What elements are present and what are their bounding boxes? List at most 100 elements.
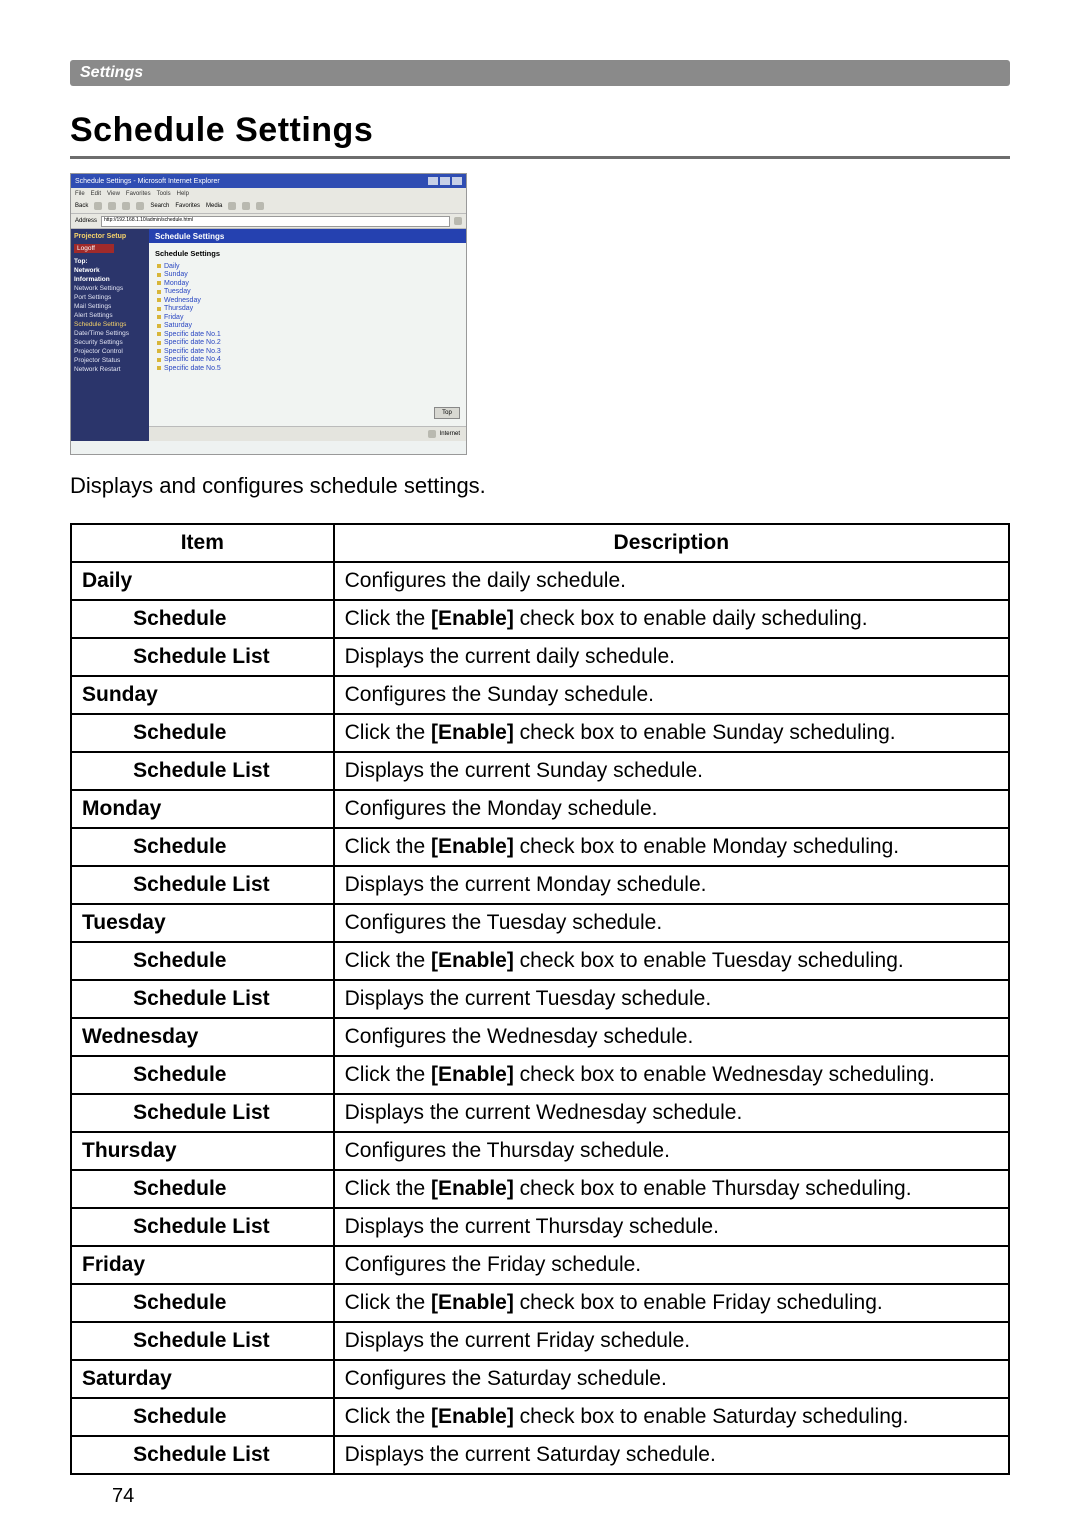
schedule-link[interactable]: Specific date No.4 [157,356,458,363]
sidebar-item[interactable]: Alert Settings [74,312,146,319]
table-row: SundayConfigures the Sunday schedule. [71,676,1009,714]
forward-icon[interactable] [94,202,102,210]
description-cell: Configures the Saturday schedule. [334,1360,1009,1398]
item-cell: Daily [71,562,334,600]
schedule-link[interactable]: Specific date No.5 [157,365,458,372]
table-row: ScheduleClick the [Enable] check box to … [71,942,1009,980]
toolbar-favorites[interactable]: Favorites [175,203,200,209]
screenshot-sidebar: Projector Setup Logoff Top:NetworkInform… [71,229,149,441]
menu-favorites[interactable]: Favorites [126,191,151,197]
document-page: Settings Schedule Settings Schedule Sett… [0,0,1080,1532]
schedule-link[interactable]: Saturday [157,322,458,329]
schedule-link[interactable]: Tuesday [157,288,458,295]
table-row: Schedule ListDisplays the current Saturd… [71,1436,1009,1474]
description-cell: Configures the Sunday schedule. [334,676,1009,714]
top-button[interactable]: Top [434,407,460,419]
toolbar-media[interactable]: Media [206,203,222,209]
sidebar-item[interactable]: Date/Time Settings [74,330,146,337]
description-cell: Click the [Enable] check box to enable W… [334,1056,1009,1094]
description-cell: Click the [Enable] check box to enable d… [334,600,1009,638]
sidebar-item[interactable]: Security Settings [74,339,146,346]
description-cell: Displays the current Friday schedule. [334,1322,1009,1360]
indent-cell [71,1056,123,1094]
description-cell: Click the [Enable] check box to enable T… [334,1170,1009,1208]
description-cell: Click the [Enable] check box to enable T… [334,942,1009,980]
indent-cell [71,1170,123,1208]
table-row: WednesdayConfigures the Wednesday schedu… [71,1018,1009,1056]
close-icon[interactable] [452,177,462,185]
address-label: Address [75,218,97,224]
home-icon[interactable] [136,202,144,210]
print-icon[interactable] [256,202,264,210]
schedule-link[interactable]: Monday [157,280,458,287]
sidebar-item[interactable]: Mail Settings [74,303,146,310]
schedule-link[interactable]: Daily [157,263,458,270]
schedule-link-label: Daily [164,263,180,270]
section-title: Schedule Settings [149,243,466,261]
schedule-link[interactable]: Specific date No.3 [157,348,458,355]
address-input[interactable]: http://192.168.1.10/admin/schedule.html [101,216,450,227]
bullet-icon [157,298,161,302]
table-row: MondayConfigures the Monday schedule. [71,790,1009,828]
settings-table: Item Description DailyConfigures the dai… [70,523,1010,1475]
table-row: ScheduleClick the [Enable] check box to … [71,714,1009,752]
item-cell: Schedule [123,1056,334,1094]
schedule-link[interactable]: Friday [157,314,458,321]
sidebar-item[interactable]: Top: [74,258,146,265]
schedule-link[interactable]: Thursday [157,305,458,312]
schedule-link[interactable]: Wednesday [157,297,458,304]
toolbar-search[interactable]: Search [150,203,169,209]
sidebar-item[interactable]: Information [74,276,146,283]
menu-edit[interactable]: Edit [91,191,101,197]
page-number: 74 [112,1485,134,1508]
schedule-link[interactable]: Sunday [157,271,458,278]
indent-cell [71,942,123,980]
sidebar-item[interactable]: Network Restart [74,366,146,373]
sidebar-item[interactable]: Schedule Settings [74,321,146,328]
section-header-label: Settings [80,64,143,82]
menu-file[interactable]: File [75,191,85,197]
schedule-link-label: Specific date No.2 [164,339,221,346]
history-icon[interactable] [228,202,236,210]
description-cell: Displays the current Tuesday schedule. [334,980,1009,1018]
description-cell: Displays the current daily schedule. [334,638,1009,676]
status-text: Internet [440,431,460,437]
sidebar-item[interactable]: Projector Control [74,348,146,355]
bullet-icon [157,281,161,285]
indent-cell [71,714,123,752]
menu-view[interactable]: View [107,191,120,197]
indent-cell [71,1094,123,1132]
toolbar-back[interactable]: Back [75,203,88,209]
description-cell: Click the [Enable] check box to enable S… [334,1398,1009,1436]
screenshot-body: Projector Setup Logoff Top:NetworkInform… [71,229,466,441]
maximize-icon[interactable] [440,177,450,185]
item-cell: Wednesday [71,1018,334,1056]
sidebar-item[interactable]: Projector Status [74,357,146,364]
main-header: Schedule Settings [149,229,466,243]
sidebar-item[interactable]: Port Settings [74,294,146,301]
table-row: TuesdayConfigures the Tuesday schedule. [71,904,1009,942]
item-cell: Schedule List [123,1094,334,1132]
schedule-link[interactable]: Specific date No.1 [157,331,458,338]
menu-help[interactable]: Help [177,191,189,197]
mail-icon[interactable] [242,202,250,210]
minimize-icon[interactable] [428,177,438,185]
sidebar-item[interactable]: Network Settings [74,285,146,292]
sidebar-item[interactable]: Network [74,267,146,274]
item-cell: Schedule List [123,752,334,790]
item-cell: Schedule List [123,638,334,676]
schedule-link[interactable]: Specific date No.2 [157,339,458,346]
title-underline [70,156,1010,159]
logoff-button[interactable]: Logoff [74,244,114,253]
indent-cell [71,980,123,1018]
description-cell: Configures the Friday schedule. [334,1246,1009,1284]
menu-tools[interactable]: Tools [157,191,171,197]
stop-icon[interactable] [108,202,116,210]
bullet-icon [157,307,161,311]
go-icon[interactable] [454,217,462,225]
browser-toolbar: Back Search Favorites Media [71,199,466,214]
item-cell: Schedule [123,1284,334,1322]
schedule-link-label: Specific date No.3 [164,348,221,355]
refresh-icon[interactable] [122,202,130,210]
status-bar: Internet [149,426,466,441]
